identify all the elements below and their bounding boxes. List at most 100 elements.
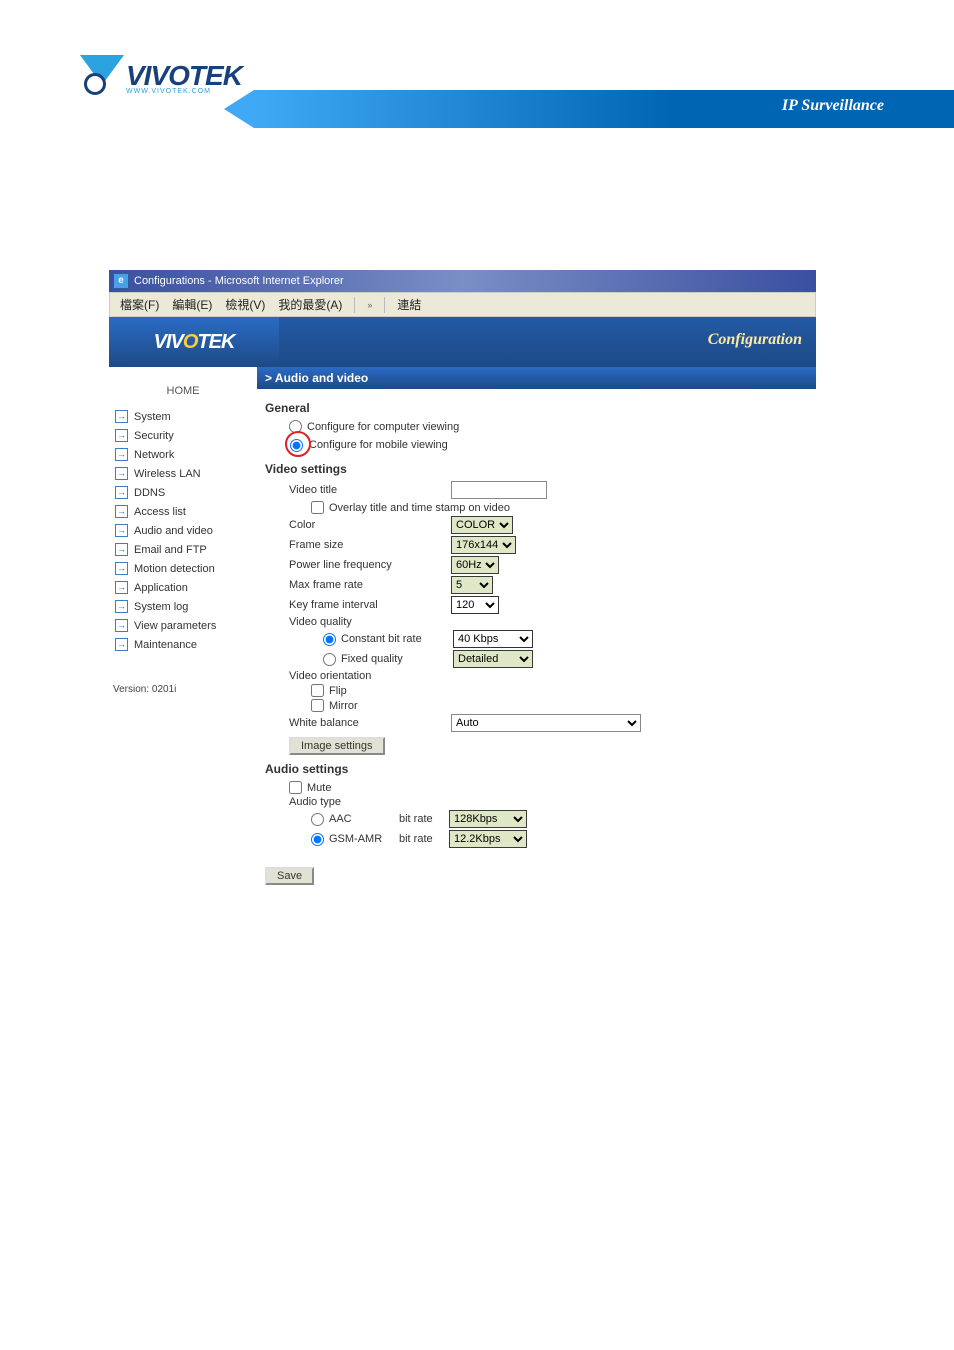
- aac-bitrate-select[interactable]: 128Kbps: [449, 810, 527, 828]
- sidebar-item-ddns[interactable]: → DDNS: [109, 483, 257, 502]
- white-balance-select[interactable]: Auto: [451, 714, 641, 732]
- mute-label: Mute: [307, 782, 331, 794]
- configuration-label: Configuration: [708, 331, 802, 349]
- max-frame-rate-select[interactable]: 5: [451, 576, 493, 594]
- sidebar-item-label: System log: [134, 601, 188, 613]
- frame-size-label: Frame size: [289, 539, 451, 551]
- arrow-icon: →: [115, 638, 128, 651]
- sidebar-item-label: Email and FTP: [134, 544, 207, 556]
- arrow-icon: →: [115, 410, 128, 423]
- eye-icon: [80, 55, 124, 99]
- ip-surveillance-label: IP Surveillance: [782, 97, 884, 115]
- vivotek-logo: VIVOTEK WWW.VIVOTEK.COM: [80, 55, 242, 99]
- arrow-icon: →: [115, 543, 128, 556]
- mirror-label: Mirror: [329, 700, 358, 712]
- radio-aac[interactable]: [311, 813, 324, 826]
- constant-bit-rate-label: Constant bit rate: [341, 633, 453, 645]
- sidebar-item-label: Network: [134, 449, 174, 461]
- window-title: Configurations - Microsoft Internet Expl…: [134, 270, 344, 292]
- video-title-input[interactable]: [451, 481, 547, 499]
- fixed-quality-select[interactable]: Detailed: [453, 650, 533, 668]
- constant-bit-rate-select[interactable]: 40 Kbps: [453, 630, 533, 648]
- sidebar-item-label: View parameters: [134, 620, 216, 632]
- video-settings-heading: Video settings: [265, 462, 808, 476]
- key-frame-interval-select[interactable]: 120: [451, 596, 499, 614]
- radio-fixed-quality[interactable]: [323, 653, 336, 666]
- bit-rate-label: bit rate: [399, 813, 449, 825]
- audio-settings-heading: Audio settings: [265, 762, 808, 776]
- sidebar-item-system[interactable]: → System: [109, 407, 257, 426]
- color-label: Color: [289, 519, 451, 531]
- sidebar-item-access-list[interactable]: →Access list: [109, 502, 257, 521]
- radio-mobile-viewing[interactable]: [290, 439, 303, 452]
- arrow-icon: →: [115, 600, 128, 613]
- plf-label: Power line frequency: [289, 559, 451, 571]
- sidebar-item-label: Motion detection: [134, 563, 215, 575]
- document-header: VIVOTEK WWW.VIVOTEK.COM IP Surveillance: [0, 0, 954, 130]
- sidebar-item-motion-detection[interactable]: → Motion detection: [109, 559, 257, 578]
- sidebar-item-label: System: [134, 411, 171, 423]
- menu-file[interactable]: 檔案(F): [115, 295, 164, 314]
- arrow-icon: →: [115, 486, 128, 499]
- arrow-icon: →: [115, 467, 128, 480]
- menu-separator: [354, 297, 355, 313]
- arrow-icon: →: [115, 562, 128, 575]
- breadcrumb: > Audio and video: [257, 367, 816, 389]
- menu-separator: [384, 297, 385, 313]
- gsm-amr-label: GSM-AMR: [329, 833, 399, 845]
- checkbox-flip[interactable]: [311, 684, 324, 697]
- sidebar-item-wireless-lan[interactable]: → Wireless LAN: [109, 464, 257, 483]
- fixed-quality-label: Fixed quality: [341, 653, 453, 665]
- sidebar-item-label: Application: [134, 582, 188, 594]
- color-select[interactable]: COLOR: [451, 516, 513, 534]
- menu-links[interactable]: 連結: [392, 295, 426, 314]
- sidebar-item-security[interactable]: →Security: [109, 426, 257, 445]
- sidebar-item-label: DDNS: [134, 487, 165, 499]
- menu-view[interactable]: 檢視(V): [220, 295, 270, 314]
- save-button[interactable]: Save: [265, 867, 314, 885]
- video-quality-label: Video quality: [289, 616, 352, 628]
- checkbox-mirror[interactable]: [311, 699, 324, 712]
- sidebar-item-label: Access list: [134, 506, 186, 518]
- sidebar-item-label: Security: [134, 430, 174, 442]
- menu-edit[interactable]: 編輯(E): [167, 295, 217, 314]
- radio-computer-viewing-label: Configure for computer viewing: [307, 421, 459, 433]
- key-frame-interval-label: Key frame interval: [289, 599, 451, 611]
- sidebar-item-network[interactable]: → Network: [109, 445, 257, 464]
- radio-gsm-amr[interactable]: [311, 833, 324, 846]
- arrow-icon: →: [115, 448, 128, 461]
- checkbox-mute[interactable]: [289, 781, 302, 794]
- sidebar-item-audio-video[interactable]: →Audio and video: [109, 521, 257, 540]
- white-balance-label: White balance: [289, 717, 451, 729]
- sidebar-item-label: Wireless LAN: [134, 468, 201, 480]
- sidebar-item-label: Audio and video: [134, 525, 213, 537]
- logo-text: VIVOTEK: [126, 60, 242, 92]
- gsm-bitrate-select[interactable]: 12.2Kbps: [449, 830, 527, 848]
- sidebar: HOME →System →Security →Network →Wireles…: [109, 367, 257, 899]
- sidebar-home[interactable]: HOME: [109, 379, 257, 407]
- sidebar-item-system-log[interactable]: → System log: [109, 597, 257, 616]
- aac-label: AAC: [329, 813, 399, 825]
- sidebar-item-application[interactable]: → Application: [109, 578, 257, 597]
- chevron-icon[interactable]: »: [362, 299, 377, 311]
- video-orientation-label: Video orientation: [289, 670, 371, 682]
- app-header: VIVOTEK Configuration: [109, 317, 816, 367]
- radio-mobile-viewing-label: Configure for mobile viewing: [309, 439, 448, 451]
- arrow-icon: →: [115, 581, 128, 594]
- browser-menubar: 檔案(F) 編輯(E) 檢視(V) 我的最愛(A) » 連結: [109, 292, 816, 317]
- menu-favorites[interactable]: 我的最愛(A): [273, 295, 347, 314]
- sidebar-item-label: Maintenance: [134, 639, 197, 651]
- frame-size-select[interactable]: 176x144: [451, 536, 516, 554]
- plf-select[interactable]: 60Hz: [451, 556, 499, 574]
- image-settings-button[interactable]: Image settings: [289, 737, 385, 755]
- sidebar-item-maintenance[interactable]: → Maintenance: [109, 635, 257, 654]
- general-heading: General: [265, 401, 808, 415]
- checkbox-overlay[interactable]: [311, 501, 324, 514]
- window-titlebar: e Configurations - Microsoft Internet Ex…: [109, 270, 816, 292]
- bit-rate-label: bit rate: [399, 833, 449, 845]
- sidebar-item-view-parameters[interactable]: →View parameters: [109, 616, 257, 635]
- audio-type-label: Audio type: [289, 796, 341, 808]
- sidebar-item-email-ftp[interactable]: → Email and FTP: [109, 540, 257, 559]
- flip-label: Flip: [329, 685, 347, 697]
- radio-constant-bit-rate[interactable]: [323, 633, 336, 646]
